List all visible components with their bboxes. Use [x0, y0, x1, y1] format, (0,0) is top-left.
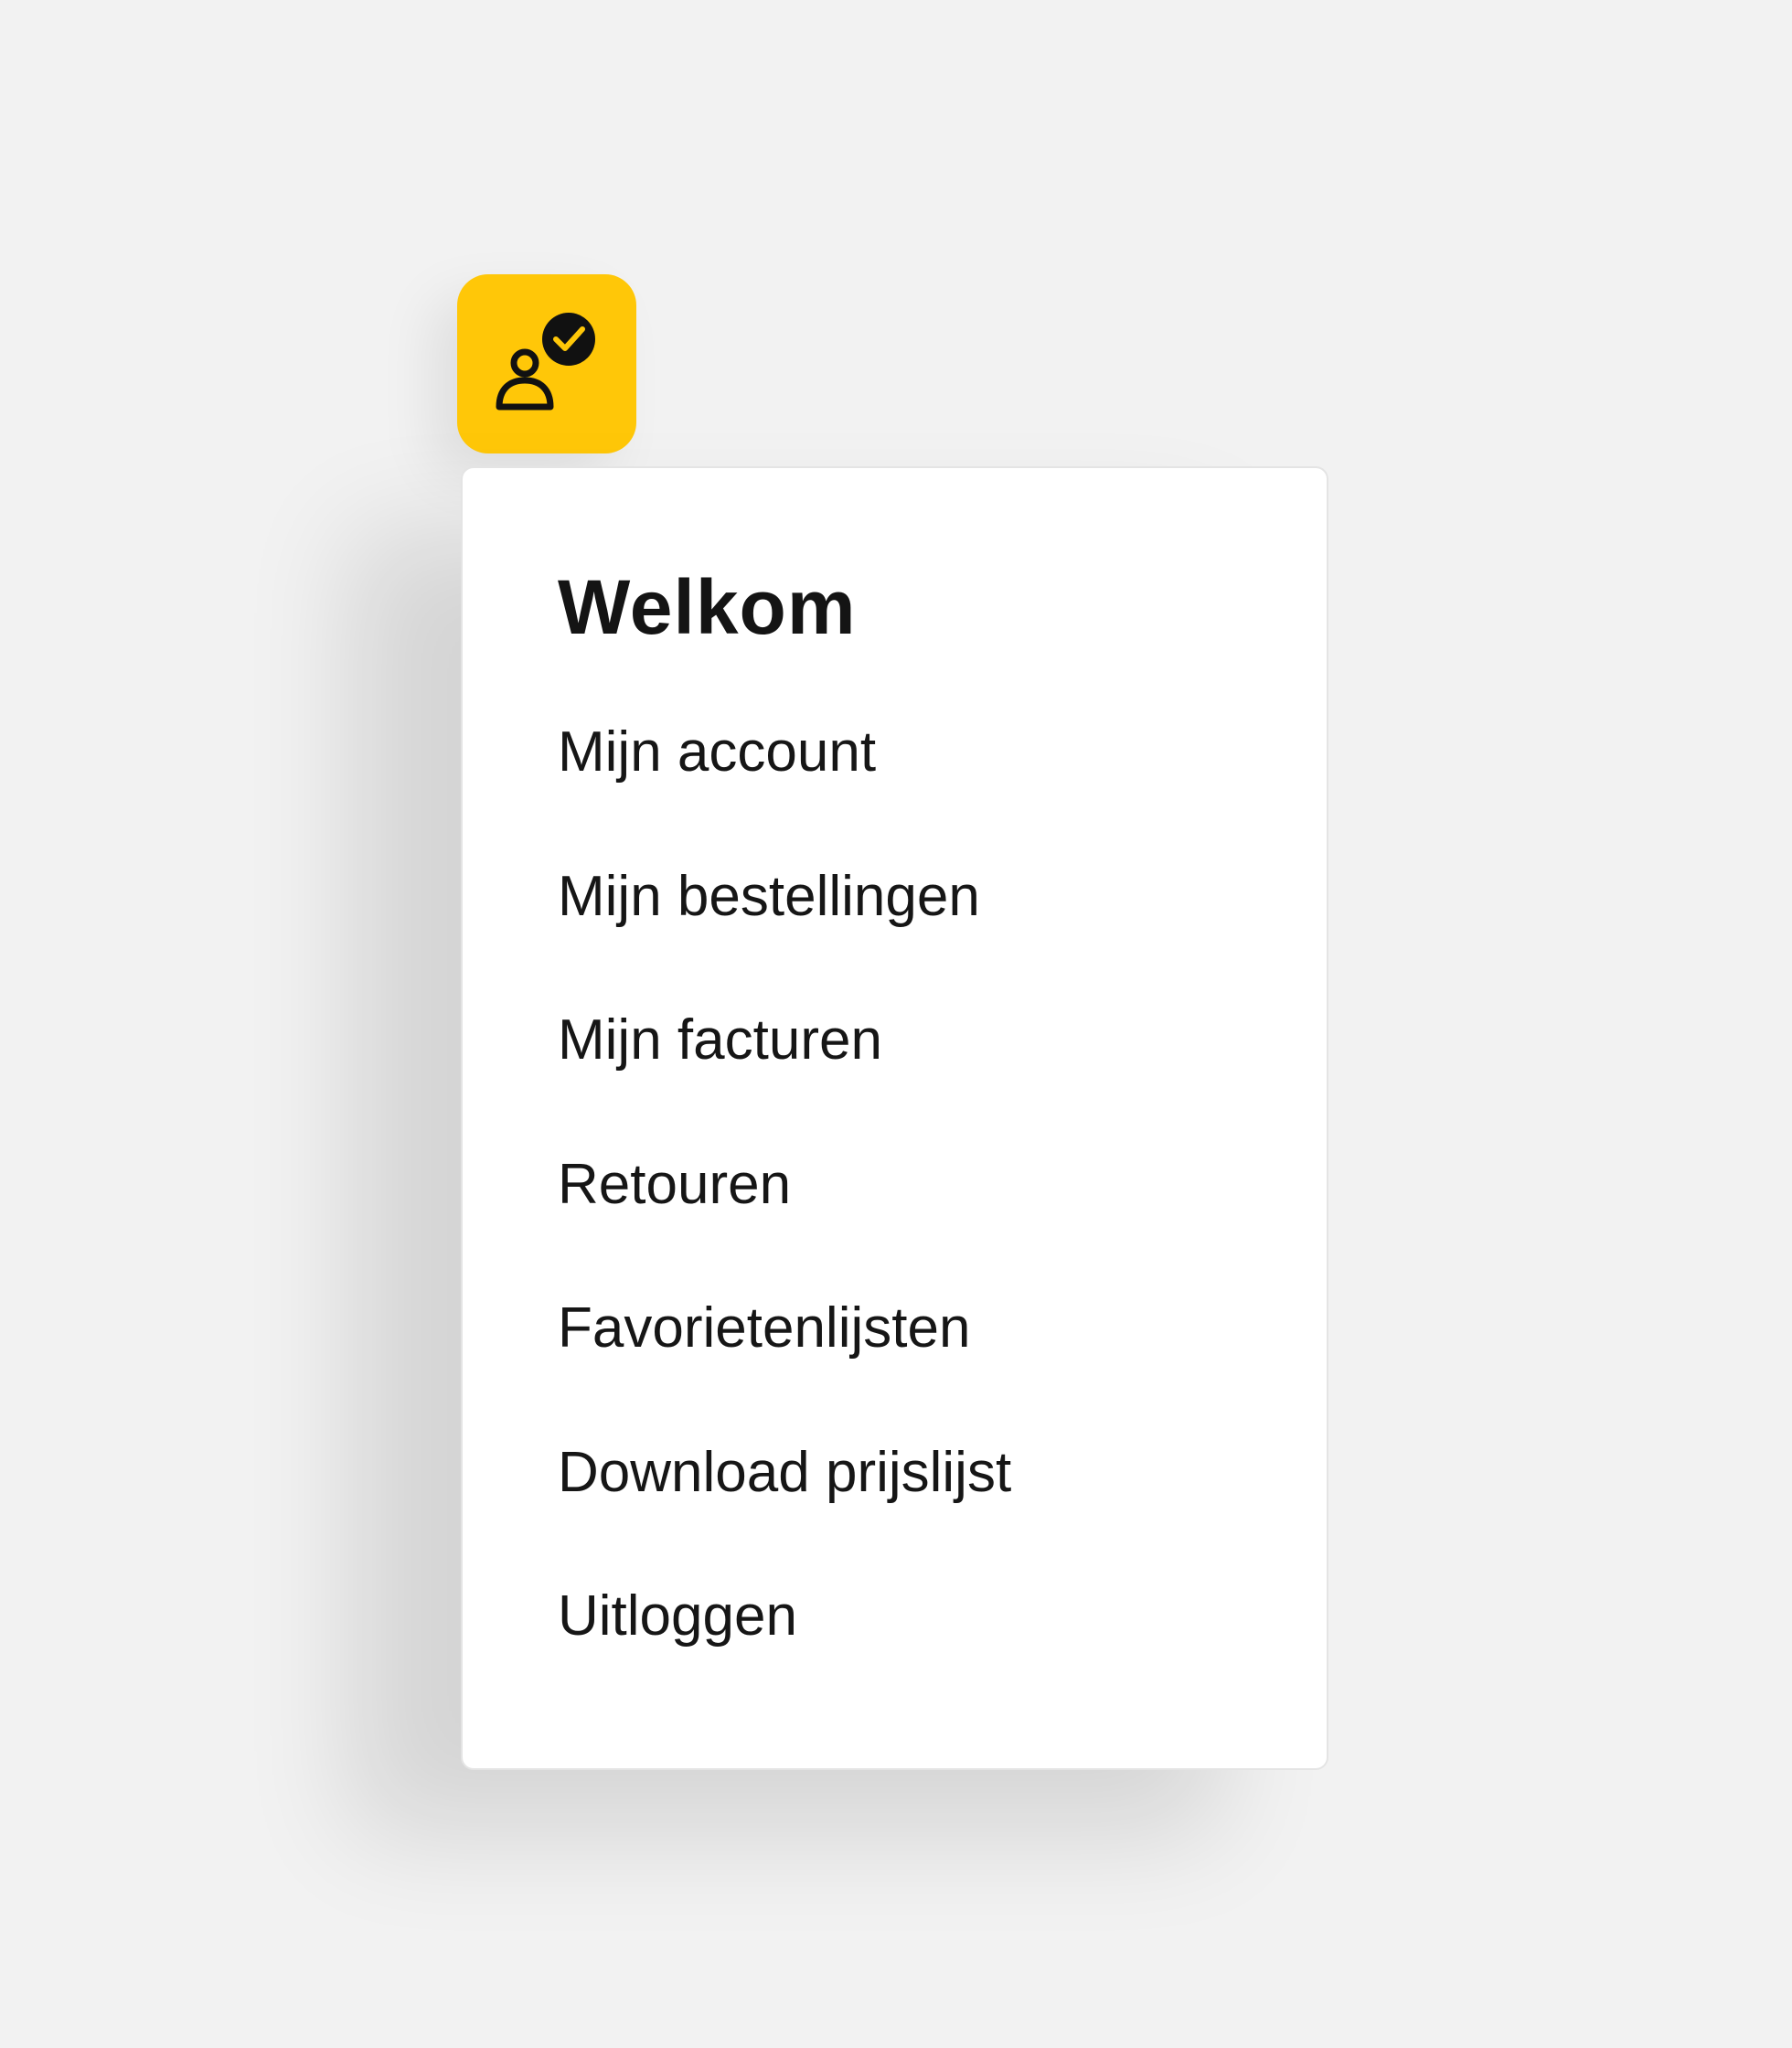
- menu-item-retouren: Retouren: [558, 1156, 1011, 1301]
- menu-item-favorietenlijsten: Favorietenlijsten: [558, 1300, 1011, 1445]
- menu-item-mijn-facturen: Mijn facturen: [558, 1012, 1011, 1157]
- mijn-bestellingen-link[interactable]: Mijn bestellingen: [558, 868, 980, 925]
- download-prijslijst-link[interactable]: Download prijslijst: [558, 1444, 1011, 1501]
- menu-item-download-prijslijst: Download prijslijst: [558, 1444, 1011, 1589]
- mijn-account-link[interactable]: Mijn account: [558, 724, 876, 781]
- menu-item-mijn-account: Mijn account: [558, 724, 1011, 869]
- account-button[interactable]: [457, 274, 636, 453]
- user-check-icon: [496, 313, 595, 411]
- retouren-link[interactable]: Retouren: [558, 1156, 791, 1213]
- favorietenlijsten-link[interactable]: Favorietenlijsten: [558, 1300, 970, 1357]
- account-dropdown-menu: Welkom Mijn account Mijn bestellingen Mi…: [461, 466, 1328, 1770]
- welcome-heading: Welkom: [558, 564, 857, 650]
- menu-item-mijn-bestellingen: Mijn bestellingen: [558, 868, 1011, 1013]
- uitloggen-link[interactable]: Uitloggen: [558, 1588, 797, 1645]
- account-menu-list: Mijn account Mijn bestellingen Mijn fact…: [558, 724, 1011, 1733]
- mijn-facturen-link[interactable]: Mijn facturen: [558, 1012, 882, 1069]
- menu-item-uitloggen: Uitloggen: [558, 1588, 1011, 1733]
